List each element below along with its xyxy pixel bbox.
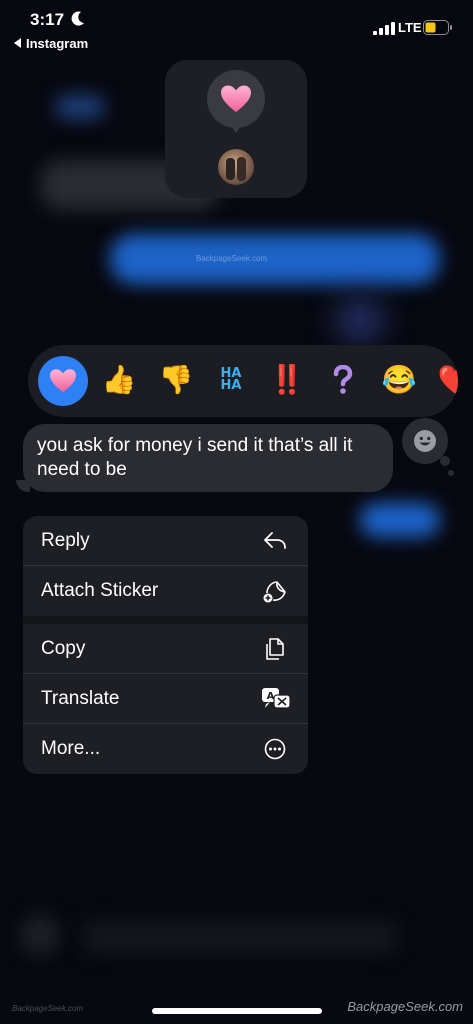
- cellular-signal-icon: [373, 22, 395, 35]
- menu-item-label: Copy: [41, 638, 86, 659]
- menu-item-copy[interactable]: Copy: [23, 624, 308, 674]
- menu-section-separator: [23, 616, 308, 624]
- menu-item-reply[interactable]: Reply: [23, 516, 308, 566]
- haha-reaction-button[interactable]: HA HA: [208, 357, 254, 403]
- pink-heart-icon: [221, 85, 251, 112]
- message-bubble[interactable]: you ask for money i send it that’s all i…: [23, 424, 393, 492]
- haha-icon: HA HA: [220, 366, 242, 393]
- screen: BackpageSeek.com 3:17 Instagram LTE 👍 👎 …: [0, 0, 473, 1024]
- more-reactions-partial[interactable]: ❤️: [432, 357, 458, 403]
- message-text: you ask for money i send it that’s all i…: [37, 435, 353, 480]
- avatar-figure: [237, 157, 246, 181]
- blurred-sent-bubble: [360, 503, 440, 537]
- reaction-summary-card[interactable]: [165, 60, 307, 198]
- menu-item-label: Reply: [41, 530, 90, 551]
- background-watermark: BackpageSeek.com: [196, 254, 268, 263]
- question-icon: [333, 365, 353, 394]
- status-time: 3:17: [30, 10, 65, 29]
- question-reaction-button[interactable]: [320, 357, 366, 403]
- thumbs-down-reaction-button[interactable]: 👎: [153, 357, 199, 403]
- network-type: LTE: [398, 20, 422, 35]
- menu-item-translate[interactable]: Translate A: [23, 674, 308, 724]
- home-indicator[interactable]: [152, 1008, 322, 1014]
- pink-heart-icon: [50, 369, 76, 393]
- laughing-icon: 😂: [381, 364, 417, 395]
- sticker-icon: [263, 581, 286, 603]
- thumbs-down-icon: 👎: [158, 364, 194, 395]
- menu-item-label: Attach Sticker: [41, 580, 159, 601]
- reaction-heart-bubble: [207, 70, 265, 128]
- thumbs-up-reaction-button[interactable]: 👍: [96, 357, 142, 403]
- emoji-reaction-bar: 👍 👎 HA HA ‼️ 😂 ❤️: [28, 345, 458, 417]
- back-arrow-icon: [14, 38, 21, 48]
- laughing-reaction-button[interactable]: 😂: [376, 357, 422, 403]
- avatar-figure: [226, 158, 235, 180]
- message-context-menu: Reply Attach Sticker Copy Translate A Mo…: [23, 516, 308, 774]
- add-reaction-tail: [448, 470, 454, 476]
- menu-item-attach-sticker[interactable]: Attach Sticker: [23, 566, 308, 616]
- blurred-camera-button: [20, 915, 60, 955]
- blurred-sent-bubble: [110, 234, 440, 284]
- avatar[interactable]: [218, 149, 254, 185]
- double-exclamation-reaction-button[interactable]: ‼️: [264, 357, 310, 403]
- copy-icon: [266, 638, 284, 660]
- more-icon: [264, 738, 286, 760]
- menu-item-more[interactable]: More...: [23, 724, 308, 774]
- smiley-icon: [414, 430, 436, 452]
- footer-watermark-small: BackpageSeek.com: [12, 1004, 84, 1013]
- battery-icon: [423, 20, 452, 35]
- reply-icon: [264, 532, 286, 549]
- menu-item-label: More...: [41, 738, 101, 759]
- double-exclamation-icon: ‼️: [269, 364, 305, 395]
- status-bar: 3:17 Instagram LTE: [0, 0, 473, 56]
- blurred-bubble: [55, 95, 105, 119]
- blurred-composer: [80, 920, 400, 954]
- blurred-glow: [338, 300, 382, 340]
- footer-watermark: BackpageSeek.com: [347, 999, 463, 1014]
- back-to-app-link[interactable]: Instagram: [14, 36, 88, 51]
- moon-icon: [71, 11, 84, 26]
- back-app-label: Instagram: [26, 36, 89, 51]
- pink-heart-reaction-button[interactable]: [38, 356, 88, 406]
- heart-icon: ❤️: [437, 364, 458, 395]
- menu-item-label: Translate: [41, 688, 120, 709]
- reaction-bubble-tail: [229, 123, 243, 133]
- translate-icon: A: [262, 688, 291, 709]
- thumbs-up-icon: 👍: [101, 364, 137, 395]
- add-reaction-tail: [440, 456, 450, 466]
